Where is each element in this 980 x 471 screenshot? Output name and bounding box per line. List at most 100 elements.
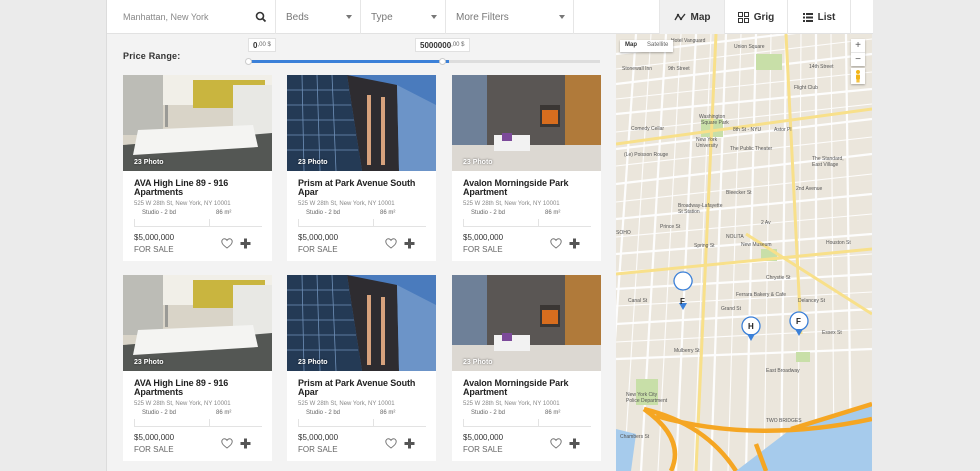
price-min-handle[interactable] [245, 58, 252, 65]
listing-photo-frame[interactable]: 23 Photo [287, 275, 436, 371]
plus-icon[interactable] [404, 436, 415, 449]
map-label-ferrara-bakery: Ferrara Bakery & Cafe [736, 292, 786, 298]
listing-photo-frame[interactable]: 23 Photo [452, 275, 601, 371]
location-search[interactable]: Manhattan, New York [107, 0, 276, 34]
map-label-9th-street: 9th Street [668, 66, 690, 72]
listing-title[interactable]: Avalon Morningside Park Apartment [463, 179, 593, 197]
listing-photo[interactable] [287, 75, 436, 171]
listing-area: 86 m² [380, 210, 396, 216]
street-view-pegman-icon[interactable] [851, 68, 865, 84]
view-map-button[interactable]: Map [659, 0, 724, 34]
listing-divider [298, 219, 426, 227]
price-min-suffix: ,00 $ [257, 42, 271, 48]
map-label-le-poisson-rouge: (Le) Poisson Rouge [624, 152, 668, 158]
plus-icon[interactable] [240, 236, 251, 249]
view-list-button[interactable]: List [787, 0, 851, 34]
listing-title[interactable]: AVA High Line 89 - 916 Apartments [134, 179, 264, 197]
map-label-essex-st: Essex St [822, 330, 842, 336]
listing-status: FOR SALE [298, 245, 338, 254]
map-label-grand-st: Grand St [721, 306, 742, 312]
price-max-handle[interactable] [439, 58, 446, 65]
listing-beds: Studio - 2 bd [471, 410, 506, 416]
listing-beds: Studio - 2 bd [142, 210, 177, 216]
map-type-toggle[interactable]: Map Satellite [620, 40, 674, 52]
plus-icon[interactable] [569, 436, 580, 449]
plus-icon[interactable] [404, 236, 415, 249]
map-type-satellite-button[interactable]: Satellite [642, 40, 673, 52]
heart-icon[interactable] [550, 436, 562, 449]
listing-card[interactable]: 23 Photo Prism at Park Avenue South Apar… [287, 75, 436, 261]
view-grid-button[interactable]: Grig [724, 0, 787, 34]
heart-icon[interactable] [221, 436, 233, 449]
view-grid-label: Grig [753, 11, 775, 23]
photo-count: 23 Photo [298, 359, 328, 366]
listing-card[interactable]: 23 Photo Prism at Park Avenue South Apar… [287, 275, 436, 461]
map-panel[interactable]: Union Square Hotel Vanguard Stonewall In… [616, 34, 872, 471]
map-label-new-museum: New Museum [741, 242, 772, 248]
map-label-public-theater: The Public Theater [730, 146, 772, 152]
svg-text:St Station: St Station [678, 209, 700, 215]
listing-card[interactable]: 23 Photo Avalon Morningside Park Apartme… [452, 275, 601, 461]
listing-card[interactable]: 23 Photo Avalon Morningside Park Apartme… [452, 75, 601, 261]
price-range-label: Price Range: [123, 51, 181, 61]
map-label-bleecker-st: Bleecker St [726, 190, 752, 196]
map-label-astor-pl: Astor Pl [774, 127, 792, 133]
listing-status: FOR SALE [134, 445, 174, 454]
heart-icon[interactable] [385, 236, 397, 249]
map-type-map-button[interactable]: Map [620, 40, 642, 52]
listing-card[interactable]: 23 Photo AVA High Line 89 - 916 Apartmen… [123, 275, 272, 461]
type-label: Type [371, 11, 393, 23]
heart-icon[interactable] [550, 236, 562, 249]
grid-view-icon [737, 11, 749, 23]
search-input[interactable]: Manhattan, New York [107, 12, 209, 22]
listing-title[interactable]: Avalon Morningside Park Apartment [463, 379, 593, 397]
listing-photo-frame[interactable]: 23 Photo [452, 75, 601, 171]
map-label-spring-st: Spring St [694, 243, 715, 249]
map-label-2-av: 2 Av [761, 220, 771, 226]
plus-icon[interactable] [240, 436, 251, 449]
listing-photo-frame[interactable]: 23 Photo [123, 75, 272, 171]
map-label-8th-st-nyu: 8th St - NYU [733, 127, 761, 133]
listing-card[interactable]: 23 Photo AVA High Line 89 - 916 Apartmen… [123, 75, 272, 261]
listing-title[interactable]: Prism at Park Avenue South Apar [298, 379, 428, 397]
listing-status: FOR SALE [298, 445, 338, 454]
photo-count: 23 Photo [134, 359, 164, 366]
search-icon[interactable] [255, 11, 267, 23]
listing-title[interactable]: AVA High Line 89 - 916 Apartments [134, 379, 264, 397]
street-map[interactable]: Union Square Hotel Vanguard Stonewall In… [616, 34, 872, 471]
listing-photo[interactable] [452, 275, 601, 371]
map-label-mulberry-st: Mulberry St [674, 348, 700, 354]
map-label-nolita: NOLITA [726, 234, 744, 240]
listing-address: 525 W 28th St, New York, NY 10001 [298, 401, 395, 407]
chevron-down-icon [559, 15, 565, 19]
heart-icon[interactable] [221, 236, 233, 249]
map-label-chrystie-st: Chrystie St [766, 275, 791, 281]
svg-text:F: F [796, 317, 801, 326]
map-label-canal-st: Canal St [628, 298, 648, 304]
listing-beds: Studio - 2 bd [142, 410, 177, 416]
listing-photo[interactable] [287, 275, 436, 371]
listing-divider [463, 419, 591, 427]
price-range-slider[interactable] [248, 60, 600, 63]
listing-status: FOR SALE [134, 245, 174, 254]
listing-divider [463, 219, 591, 227]
map-view-icon [673, 13, 686, 20]
zoom-out-button[interactable]: − [851, 52, 865, 66]
listing-photo[interactable] [123, 275, 272, 371]
more-filters-select[interactable]: More Filters [446, 0, 574, 34]
type-select[interactable]: Type [361, 0, 446, 34]
listing-photo[interactable] [123, 75, 272, 171]
listing-photo-frame[interactable]: 23 Photo [123, 275, 272, 371]
listing-photo[interactable] [452, 75, 601, 171]
photo-count: 23 Photo [298, 159, 328, 166]
listing-photo-frame[interactable]: 23 Photo [287, 75, 436, 171]
listing-address: 525 W 28th St, New York, NY 10001 [134, 201, 231, 207]
map-label-two-bridges: TWO BRIDGES [766, 418, 802, 424]
heart-icon[interactable] [385, 436, 397, 449]
listing-price: $5,000,000 [298, 433, 339, 442]
listing-area: 86 m² [545, 410, 561, 416]
listing-title[interactable]: Prism at Park Avenue South Apar [298, 179, 428, 197]
zoom-in-button[interactable]: + [851, 39, 865, 52]
plus-icon[interactable] [569, 236, 580, 249]
beds-select[interactable]: Beds [276, 0, 361, 34]
